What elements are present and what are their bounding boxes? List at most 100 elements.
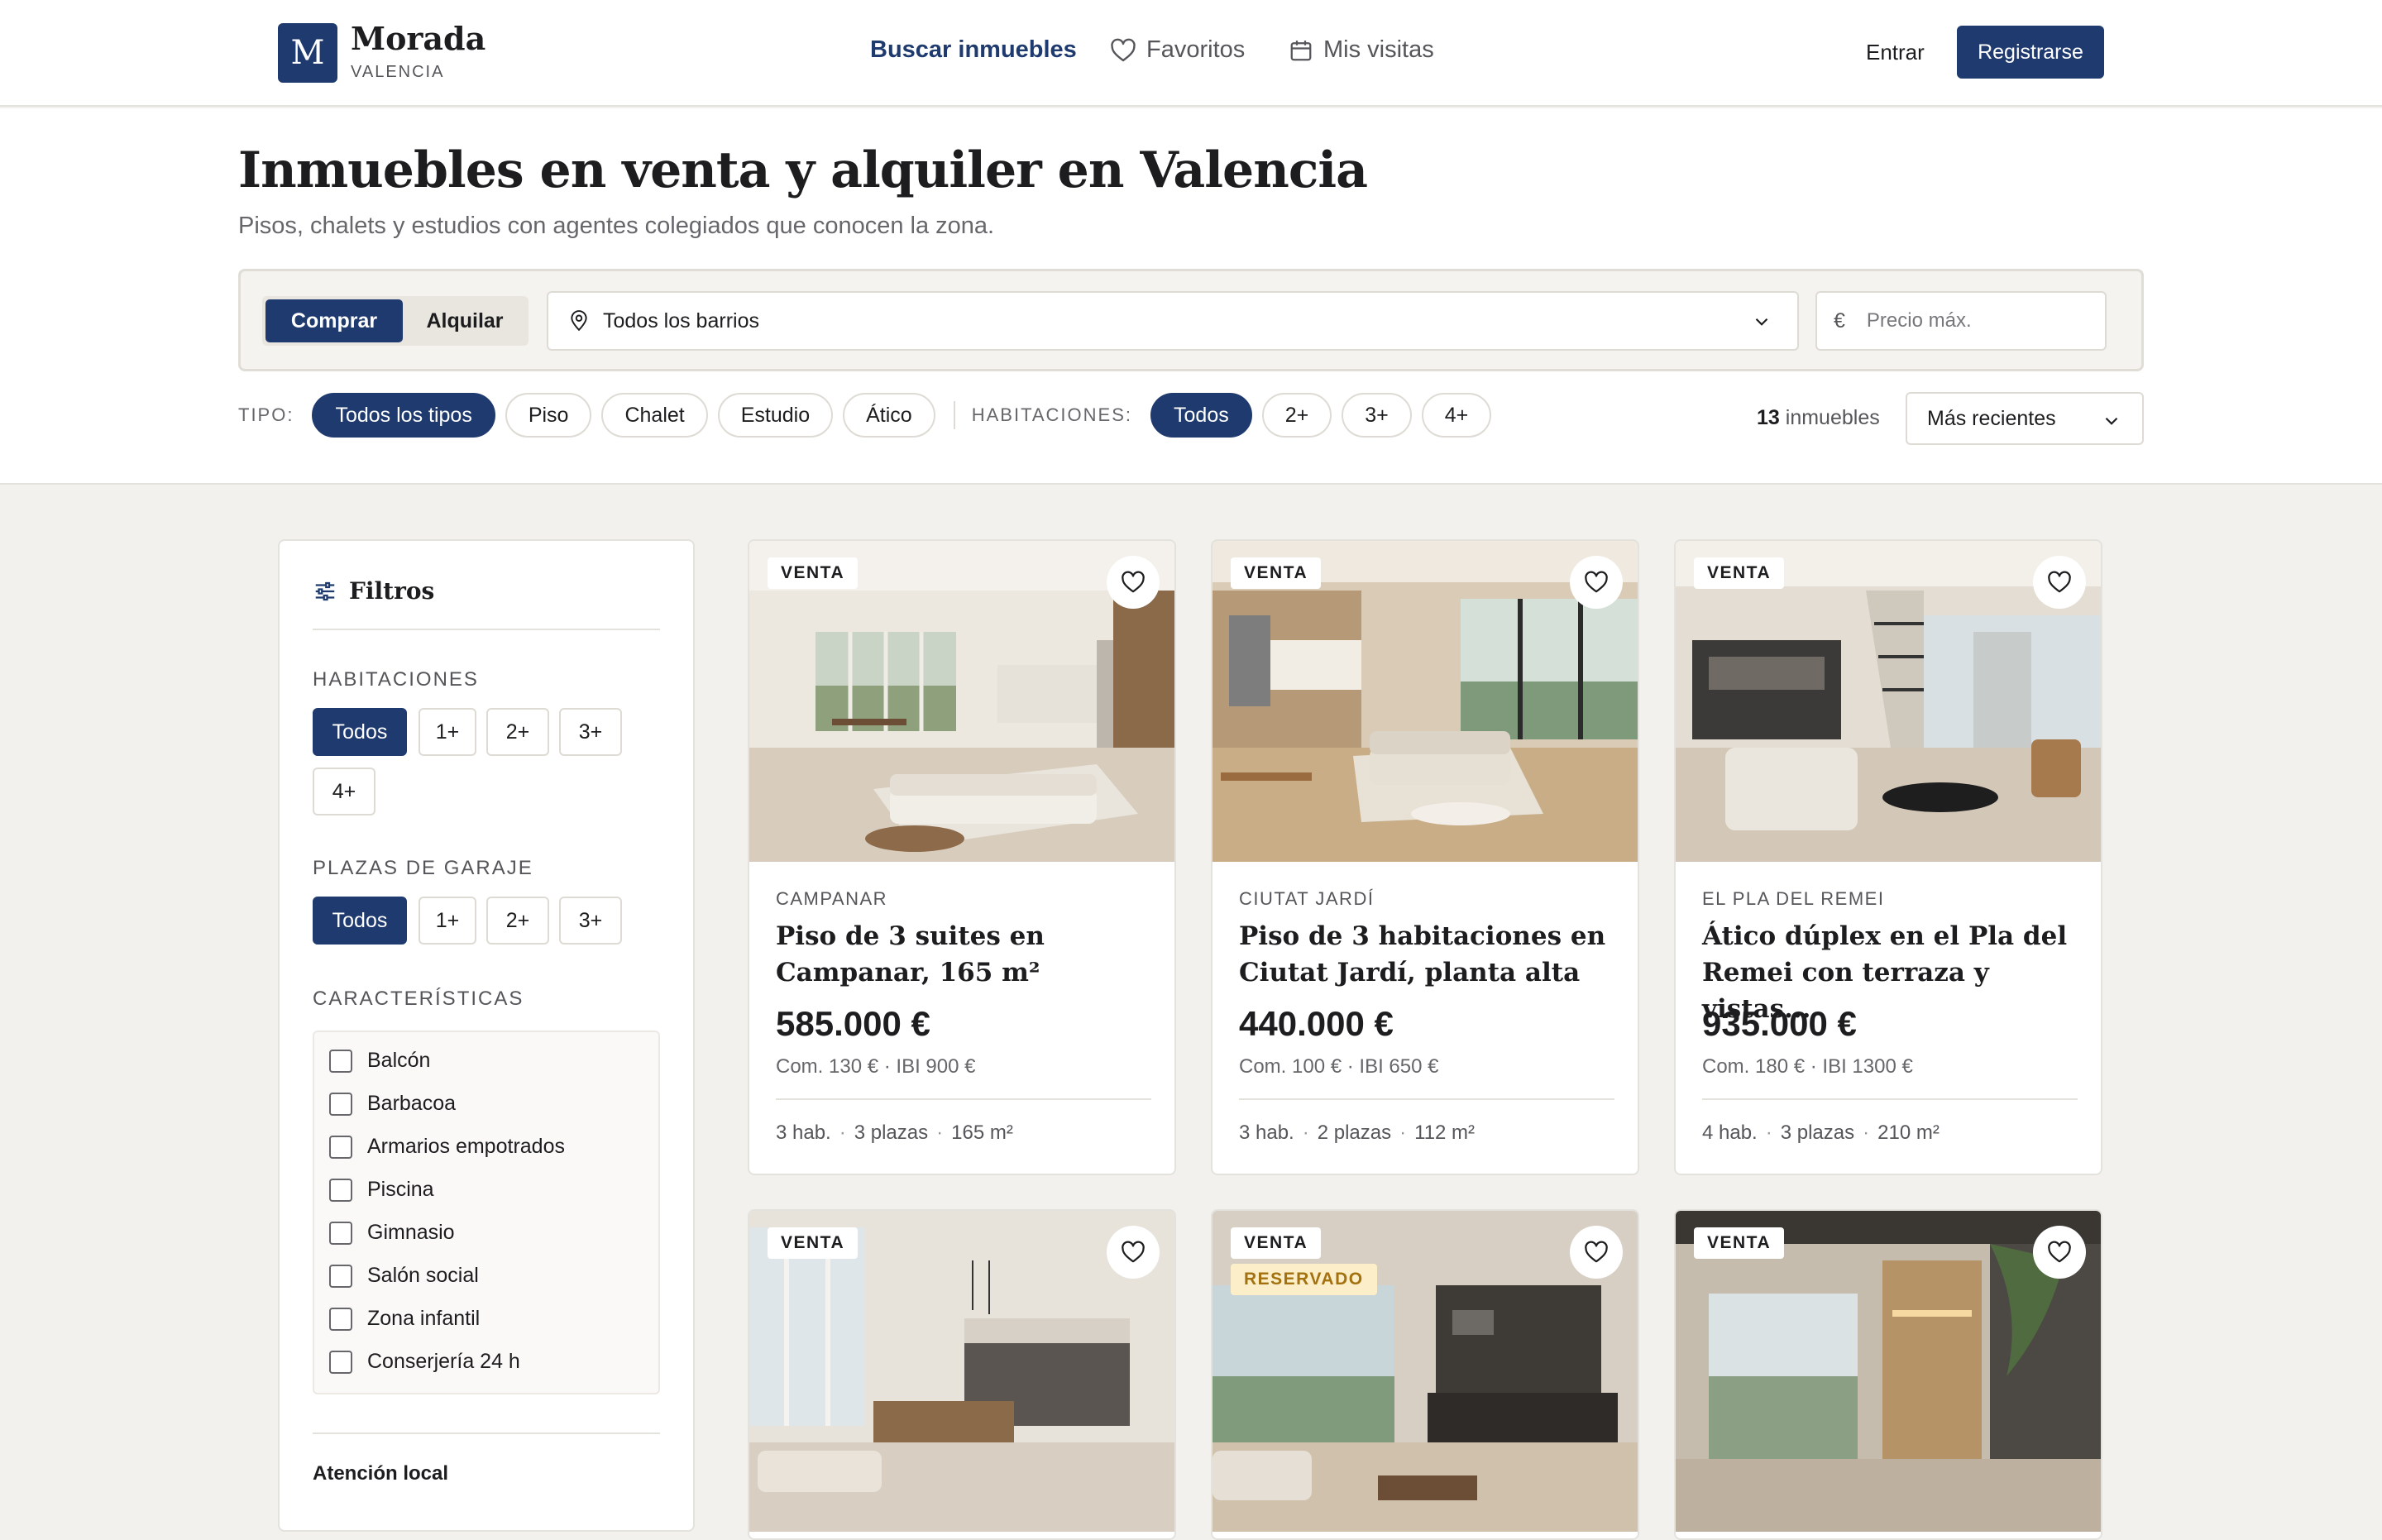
listing-neighborhood: EL PLA DEL REMEI [1702,888,1885,909]
max-price-field[interactable]: € [1815,291,2107,351]
rooms-chip-all[interactable]: Todos [313,708,407,756]
feature-checkbox-armarios[interactable]: Armarios empotrados [329,1135,565,1159]
listing-size: 112 m² [1414,1122,1476,1144]
listing-title[interactable]: Piso de 3 habitaciones en Ciutat Jardí, … [1239,918,1619,991]
nav-label: Favoritos [1146,36,1246,63]
feature-checkbox-piscina[interactable]: Piscina [329,1178,434,1202]
neighborhood-select[interactable]: Todos los barrios [547,291,1799,351]
type-pill-all[interactable]: Todos los tipos [312,393,495,438]
rooms-chip-4[interactable]: 4+ [313,768,375,815]
listing-neighborhood: CAMPANAR [776,888,888,909]
nav-mis-visitas[interactable]: Mis visitas [1289,36,1434,64]
rooms-chip-1[interactable]: 1+ [419,708,476,756]
rooms-pill-2[interactable]: 2+ [1261,393,1332,438]
checkbox[interactable] [329,1307,352,1331]
listing-title[interactable]: Piso de 3 suites en Campanar, 165 m² [776,918,1156,991]
checkbox[interactable] [329,1092,352,1116]
garage-chip-2[interactable]: 2+ [486,897,549,945]
favorite-button[interactable] [1107,556,1160,609]
checkbox[interactable] [329,1350,352,1374]
type-pill-piso[interactable]: Piso [505,393,592,438]
feature-label: Gimnasio [367,1221,455,1244]
listing-neighborhood: CIUTAT JARDÍ [1239,888,1375,909]
quick-filters: TIPO: Todos los tipos Piso Chalet Estudi… [238,392,1501,438]
feature-label: Balcón [367,1049,431,1072]
results-number: 13 [1757,406,1780,429]
type-pill-chalet[interactable]: Chalet [601,393,708,438]
separator-dot: · [1765,1122,1772,1144]
nav-label: Mis visitas [1323,36,1434,63]
favorite-button[interactable] [2033,1226,2086,1279]
listing-specs: 4 hab. · 3 plazas · 210 m² [1702,1122,1940,1145]
listing-parking: 2 plazas [1317,1122,1392,1144]
separator-dot: · [1863,1122,1870,1144]
listing-card[interactable]: VENTA CAMPANAR Piso de 3 suites en Campa… [748,539,1176,1175]
brand-name[interactable]: Morada [351,20,485,57]
rooms-pill-all[interactable]: Todos [1150,393,1252,438]
listing-size: 210 m² [1877,1122,1940,1144]
listing-fees: Com. 130 € · IBI 900 € [776,1055,976,1078]
listing-card[interactable]: VENTA RESERVADO [1211,1209,1639,1540]
checkbox[interactable] [329,1178,352,1202]
listing-price: 440.000 € [1239,1004,1394,1043]
mode-buy-button[interactable]: Comprar [265,299,403,342]
favorite-button[interactable] [1570,1226,1623,1279]
checkbox[interactable] [329,1221,352,1245]
feature-checkbox-barbacoa[interactable]: Barbacoa [329,1092,456,1116]
garage-chip-all[interactable]: Todos [313,897,407,945]
search-section: Inmuebles en venta y alquiler en Valenci… [0,108,2382,485]
nav-favoritos[interactable]: Favoritos [1110,36,1245,64]
sort-select[interactable]: Más recientes [1906,392,2144,445]
separator-dot: · [1399,1122,1407,1144]
listing-specs: 3 hab. · 3 plazas · 165 m² [776,1122,1013,1145]
rooms-pill-3[interactable]: 3+ [1342,393,1412,438]
rooms-chip-3[interactable]: 3+ [559,708,622,756]
sliders-icon [315,581,335,600]
feature-checkbox-gimnasio[interactable]: Gimnasio [329,1221,455,1245]
feature-checkbox-balcon[interactable]: Balcón [329,1049,430,1073]
favorite-button[interactable] [1570,556,1623,609]
register-button[interactable]: Registrarse [1957,26,2104,79]
mode-rent-button[interactable]: Alquilar [404,299,525,342]
logo-mark[interactable]: M [278,23,337,83]
listing-card[interactable]: VENTA EL PLA DEL REMEI Ático dúplex en e… [1674,539,2102,1175]
listing-card[interactable]: VENTA CIUTAT JARDÍ Piso de 3 habitacione… [1211,539,1639,1175]
local-support-heading: Atención local [313,1462,449,1485]
results-count: 13 inmuebles [1757,406,1880,430]
features-heading: CARACTERÍSTICAS [313,988,524,1010]
checkbox[interactable] [329,1135,352,1159]
max-price-input[interactable] [1866,309,2082,332]
heart-icon [2048,1241,2071,1263]
login-button[interactable]: Entrar [1866,40,1925,65]
listing-card[interactable]: VENTA [1674,1209,2102,1540]
feature-checkbox-zona-infantil[interactable]: Zona infantil [329,1307,480,1331]
rooms-chip-2[interactable]: 2+ [486,708,549,756]
listing-rooms: 3 hab. [1239,1122,1294,1144]
type-pill-atico[interactable]: Ático [843,393,935,438]
checkbox[interactable] [329,1049,352,1073]
rooms-pill-4[interactable]: 4+ [1421,393,1492,438]
separator-dot: · [839,1122,846,1144]
garage-chip-3[interactable]: 3+ [559,897,622,945]
favorite-button[interactable] [1107,1226,1160,1279]
feature-checkbox-conserjeria[interactable]: Conserjería 24 h [329,1350,520,1374]
garage-chip-1[interactable]: 1+ [419,897,476,945]
listing-type-badge: VENTA [1694,1227,1785,1259]
feature-checkbox-salon-social[interactable]: Salón social [329,1264,479,1288]
divider [313,1432,660,1434]
listing-card[interactable]: VENTA [748,1209,1176,1540]
features-checklist: Balcón Barbacoa Armarios empotrados Pisc… [313,1031,660,1394]
type-pill-estudio[interactable]: Estudio [717,393,834,438]
listing-type-badge: VENTA [768,1227,859,1259]
filters-sidebar: Filtros HABITACIONES Todos 1+ 2+ 3+ 4+ P… [278,539,695,1532]
nav-buscar-inmuebles[interactable]: Buscar inmuebles [870,36,1077,64]
favorite-button[interactable] [2033,556,2086,609]
feature-label: Conserjería 24 h [367,1350,520,1373]
listing-type-badge: VENTA [1231,1227,1322,1259]
feature-label: Zona infantil [367,1307,481,1330]
rooms-heading: HABITACIONES [313,668,479,691]
rooms-filter-label: HABITACIONES: [971,404,1133,425]
checkbox[interactable] [329,1264,352,1288]
listing-price: 935.000 € [1702,1004,1857,1043]
heart-icon [1122,1241,1145,1263]
